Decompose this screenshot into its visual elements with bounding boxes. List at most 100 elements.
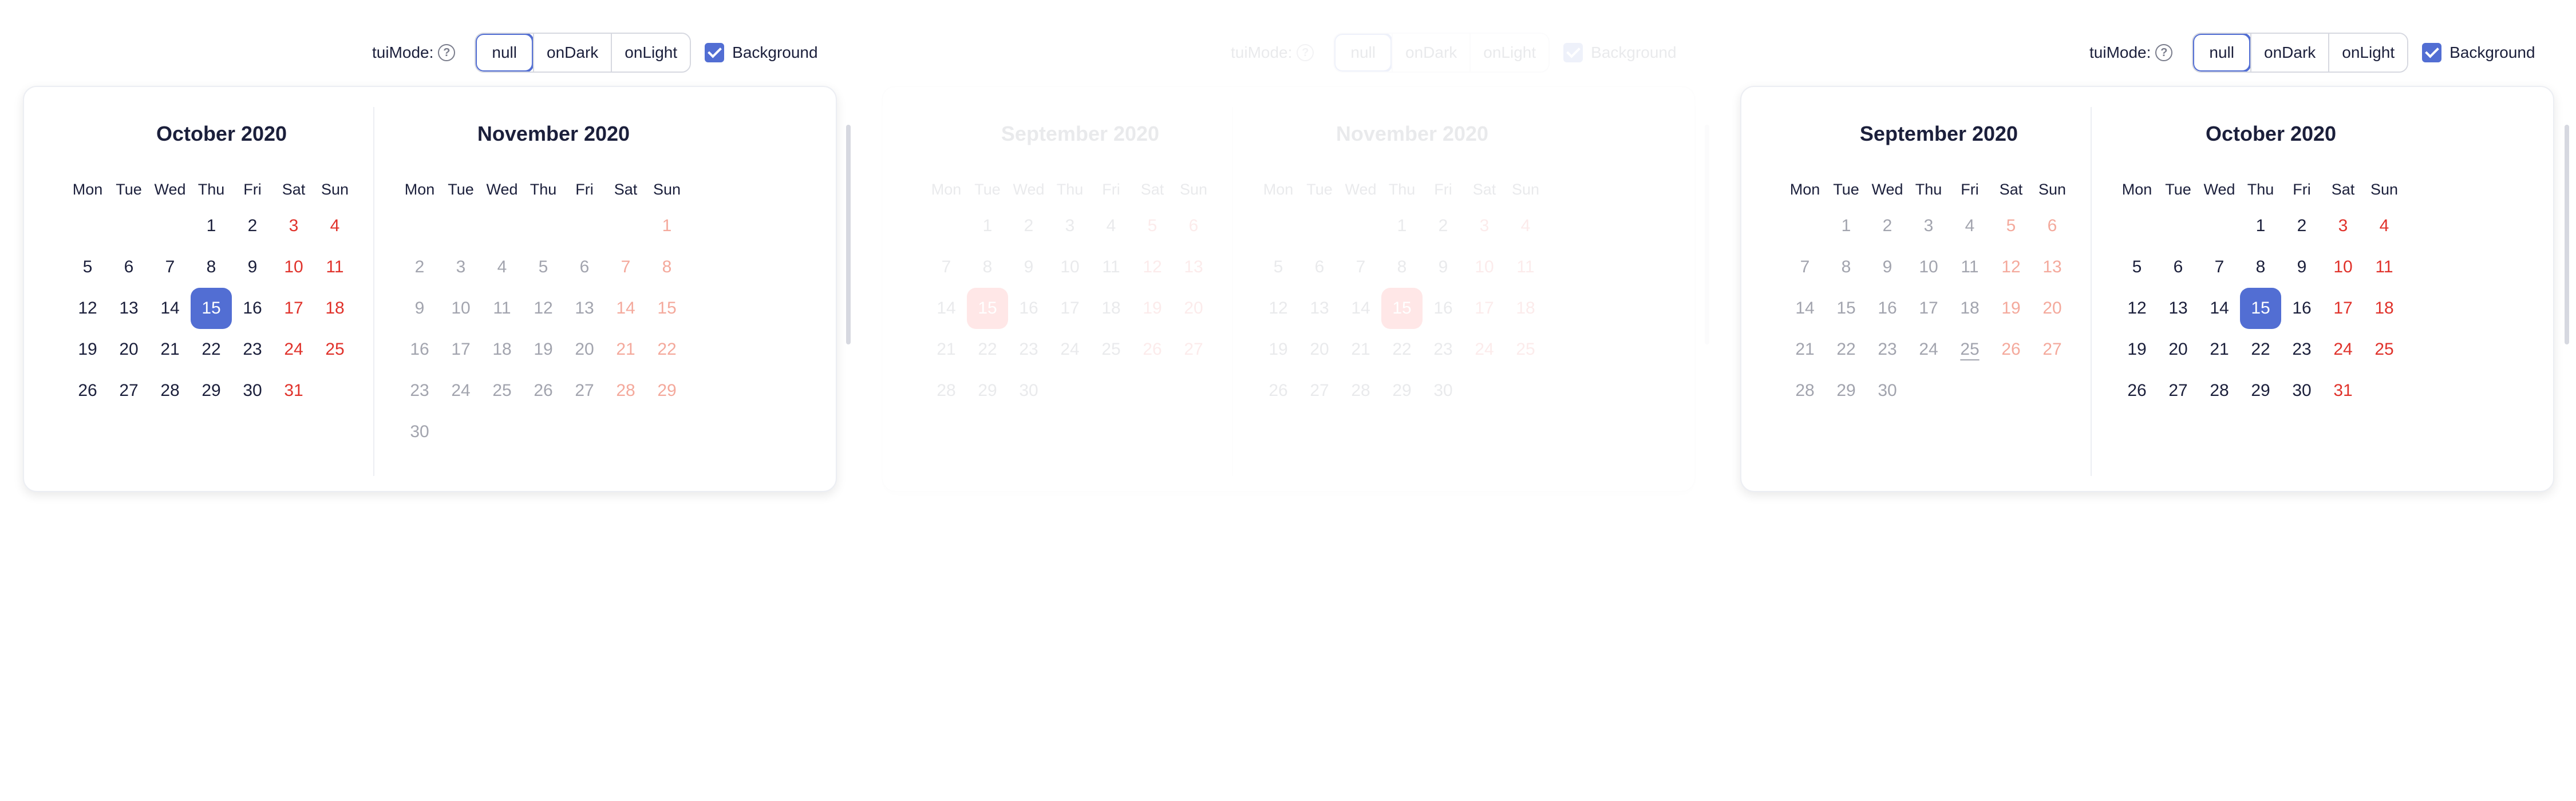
calendar-day[interactable]: 9 (232, 247, 273, 288)
calendar-day[interactable]: 20 (564, 329, 605, 370)
calendar-day[interactable]: 18 (481, 329, 523, 370)
calendar-day[interactable]: 5 (1132, 205, 1173, 247)
calendar-day[interactable]: 7 (149, 247, 191, 288)
mode-option-onlight[interactable]: onLight (611, 34, 690, 72)
calendar-day[interactable]: 1 (1826, 205, 1867, 247)
month-title[interactable]: November 2020 (399, 121, 708, 146)
background-checkbox[interactable] (2422, 43, 2442, 62)
calendar-day[interactable]: 22 (1381, 329, 1423, 370)
calendar-day[interactable]: 27 (2032, 329, 2073, 370)
calendar-day[interactable]: 4 (314, 205, 355, 247)
month-title[interactable]: September 2020 (926, 121, 1235, 146)
calendar-day[interactable]: 5 (1258, 247, 1299, 288)
calendar-day[interactable]: 12 (523, 288, 564, 329)
calendar-day[interactable]: 9 (1008, 247, 1049, 288)
calendar-day[interactable]: 19 (1258, 329, 1299, 370)
calendar-day[interactable]: 14 (2199, 288, 2240, 329)
calendar-day[interactable]: 20 (1299, 329, 1340, 370)
calendar-day[interactable]: 5 (523, 247, 564, 288)
calendar-day[interactable]: 9 (399, 288, 440, 329)
calendar-day[interactable]: 6 (564, 247, 605, 288)
calendar-day[interactable]: 7 (1784, 247, 1826, 288)
calendar-day[interactable]: 18 (1949, 288, 1990, 329)
calendar-day[interactable]: 1 (2240, 205, 2281, 247)
calendar-day[interactable]: 7 (1340, 247, 1381, 288)
calendar-day[interactable]: 21 (605, 329, 646, 370)
calendar-day[interactable]: 8 (1826, 247, 1867, 288)
calendar-day[interactable]: 11 (1949, 247, 1990, 288)
calendar-day[interactable]: 17 (1464, 288, 1505, 329)
calendar-day[interactable]: 27 (1173, 329, 1214, 370)
calendar-day[interactable]: 4 (2364, 205, 2405, 247)
calendar-day[interactable]: 25 (1505, 329, 1546, 370)
calendar-day[interactable]: 23 (1423, 329, 1464, 370)
calendar-day[interactable]: 2 (1008, 205, 1049, 247)
mode-option-null[interactable]: null (1334, 34, 1393, 72)
calendar-day[interactable]: 1 (646, 205, 688, 247)
calendar-day[interactable]: 30 (2281, 370, 2322, 411)
month-title[interactable]: September 2020 (1784, 121, 2093, 146)
calendar-day[interactable]: 28 (1784, 370, 1826, 411)
calendar-day[interactable]: 2 (1867, 205, 1908, 247)
calendar-day[interactable]: 11 (1091, 247, 1132, 288)
calendar-day[interactable]: 24 (1049, 329, 1091, 370)
calendar-day[interactable]: 24 (273, 329, 314, 370)
calendar-day[interactable]: 11 (314, 247, 355, 288)
calendar-day[interactable]: 23 (2281, 329, 2322, 370)
calendar-day[interactable]: 28 (926, 370, 967, 411)
calendar-day[interactable]: 22 (646, 329, 688, 370)
calendar-day[interactable]: 28 (149, 370, 191, 411)
calendar-day[interactable]: 27 (2158, 370, 2199, 411)
calendar-day[interactable]: 10 (1049, 247, 1091, 288)
calendar-day[interactable]: 27 (1299, 370, 1340, 411)
calendar-day[interactable]: 7 (605, 247, 646, 288)
calendar-day[interactable]: 23 (399, 370, 440, 411)
calendar-day[interactable]: 29 (1826, 370, 1867, 411)
calendar-day[interactable]: 1 (967, 205, 1008, 247)
calendar-day[interactable]: 10 (273, 247, 314, 288)
calendar-day[interactable]: 29 (967, 370, 1008, 411)
calendar-day[interactable]: 15 (1826, 288, 1867, 329)
calendar-day[interactable]: 29 (2240, 370, 2281, 411)
calendar-day[interactable]: 20 (2032, 288, 2073, 329)
calendar-day[interactable]: 25 (481, 370, 523, 411)
calendar-day[interactable]: 27 (108, 370, 149, 411)
calendar-day[interactable]: 8 (646, 247, 688, 288)
calendar-day[interactable]: 8 (1381, 247, 1423, 288)
calendar-day[interactable]: 25 (314, 329, 355, 370)
calendar-day[interactable]: 24 (440, 370, 481, 411)
mode-option-onlight[interactable]: onLight (2328, 34, 2408, 72)
calendar-day[interactable]: 14 (1784, 288, 1826, 329)
calendar-day[interactable]: 7 (926, 247, 967, 288)
calendar-day[interactable]: 28 (1340, 370, 1381, 411)
calendar-day[interactable]: 23 (232, 329, 273, 370)
calendar-day[interactable]: 20 (1173, 288, 1214, 329)
calendar-day[interactable]: 21 (149, 329, 191, 370)
calendar-day[interactable]: 15 (967, 288, 1008, 329)
calendar-day[interactable]: 16 (1423, 288, 1464, 329)
mode-option-onlight[interactable]: onLight (1469, 34, 1549, 72)
mode-option-ondark[interactable]: onDark (1392, 34, 1470, 72)
calendar-day[interactable]: 26 (1258, 370, 1299, 411)
calendar-day[interactable]: 25 (1949, 329, 1990, 370)
calendar-day[interactable]: 26 (1132, 329, 1173, 370)
calendar-day[interactable]: 3 (273, 205, 314, 247)
calendar-day[interactable]: 14 (605, 288, 646, 329)
calendar-day[interactable]: 6 (108, 247, 149, 288)
calendar-day[interactable]: 11 (1505, 247, 1546, 288)
calendar-day[interactable]: 15 (191, 288, 232, 329)
calendar-day[interactable]: 26 (2116, 370, 2158, 411)
calendar-day[interactable]: 17 (2322, 288, 2364, 329)
calendar-day[interactable]: 8 (2240, 247, 2281, 288)
calendar-day[interactable]: 16 (399, 329, 440, 370)
calendar-day[interactable]: 15 (2240, 288, 2281, 329)
calendar-day[interactable]: 28 (605, 370, 646, 411)
help-icon[interactable]: ? (438, 44, 456, 61)
calendar-day[interactable]: 18 (1091, 288, 1132, 329)
month-title[interactable]: October 2020 (2116, 121, 2425, 146)
calendar-day[interactable]: 5 (67, 247, 108, 288)
calendar-day[interactable]: 27 (564, 370, 605, 411)
calendar-day[interactable]: 4 (481, 247, 523, 288)
help-icon[interactable]: ? (1297, 44, 1314, 61)
calendar-day[interactable]: 24 (2322, 329, 2364, 370)
